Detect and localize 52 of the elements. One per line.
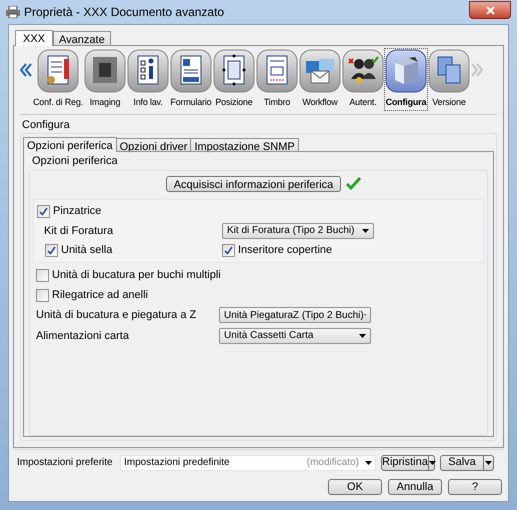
toolbar-button[interactable]: Formulario [170,49,212,110]
modified-note: (modificato) [306,456,359,470]
toolbar-button[interactable]: Conf. di Reg. [33,49,83,110]
checkbox[interactable] [222,244,235,256]
checkbox-label: Unità di bucatura per buchi multipli [52,268,221,283]
close-button[interactable] [469,1,511,19]
checkbox[interactable] [36,268,49,282]
dropdown[interactable]: Kit di Foratura (Tipo 2 Buchi) [222,222,374,239]
toolbar-button[interactable]: Versione [428,49,470,110]
section-title: Configura [22,118,71,132]
scroll-left-icon[interactable] [20,63,32,77]
toolbar-button[interactable]: Posizione [212,49,255,110]
caret-icon [362,228,369,233]
field-label: Kit di Foratura [44,224,114,238]
checkbox-label: Inseritore copertine [238,242,332,258]
dropdown[interactable]: Unità PiegaturaZ (Tipo 2 Buchi) [219,307,371,324]
tab[interactable]: Impostazione SNMP [191,138,299,151]
tab[interactable]: Opzioni driver [116,138,192,151]
toolbar-button[interactable]: Imaging [84,49,126,110]
toolbar-button[interactable]: Info lav. [126,49,169,110]
dialog-button[interactable]: Ripristina [381,454,435,470]
dialog-button[interactable]: Annulla [388,479,442,495]
caret-icon [428,460,436,464]
tab[interactable]: Opzioni periferica [23,137,117,152]
toolbar-button[interactable]: Configura [384,49,427,110]
checkbox-label: Unità sella [61,242,112,258]
tab[interactable]: Avanzate [53,31,111,45]
dialog-button[interactable]: Salva [440,454,494,470]
checkbox[interactable] [37,205,50,218]
acquire-button[interactable]: Acquisisci informazioni periferica [166,176,342,192]
preferences-combobox[interactable]: Impostazioni predefinite (modificato) [120,454,376,470]
dropdown[interactable]: Unità Cassetti Carta [219,328,371,344]
field-label: Unità di bucatura e piegatura a Z [36,308,198,323]
group-title: Opzioni periferica [32,154,119,169]
tab[interactable]: XXX [15,30,54,46]
window-title: Proprietà - XXX Documento avanzato [24,4,224,21]
checkbox-label: Pinzatrice [53,204,102,220]
checkbox[interactable] [36,288,49,302]
caret-icon [485,460,492,464]
caret-icon [359,334,366,338]
field-label: Impostazioni preferite [17,456,114,470]
toolbar-button[interactable]: Autent. [342,49,384,110]
close-icon [486,6,494,14]
printer-icon [6,6,20,18]
dialog-button[interactable]: OK [328,479,382,495]
field-label: Alimentazioni carta [36,328,130,344]
checkbox[interactable] [45,244,58,256]
dialog-button[interactable]: ? [448,479,502,495]
toolbar-button[interactable]: Timbro [256,49,298,110]
checkbox-label: Rilegatrice ad anelli [52,288,148,303]
caret-icon [365,460,372,464]
toolbar-button[interactable]: Workflow [298,49,341,110]
